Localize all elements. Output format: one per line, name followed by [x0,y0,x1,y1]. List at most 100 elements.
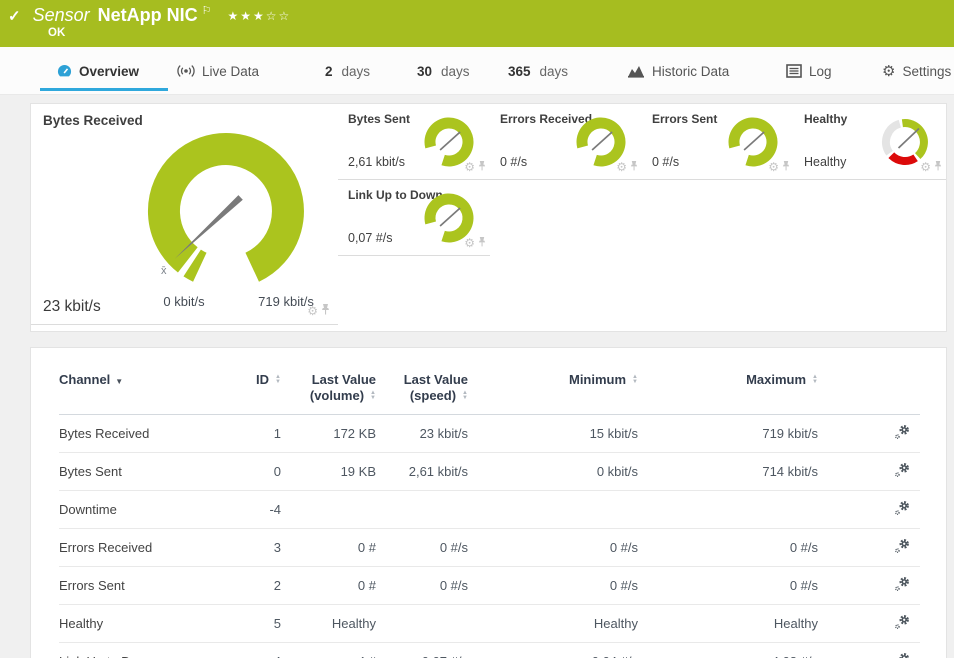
sort-desc-caret-icon: ▼ [115,377,123,386]
mini-gauge-gear-icon[interactable]: ⚙ [920,161,931,173]
maximum-value: 719 kbit/s [638,415,818,453]
last-value-volume: 0 # [281,529,376,567]
tab-30-days[interactable]: 30 days [417,47,470,95]
minimum-value: 0 #/s [468,567,638,605]
channel-settings-gears-icon[interactable] [894,576,910,595]
channel-name: Bytes Received [59,415,219,453]
channel-settings-gears-icon[interactable] [894,424,910,443]
minimum-value: 0 #/s [468,529,638,567]
empty-cell [642,180,794,256]
channel-settings-gears-icon[interactable] [894,500,910,519]
gauge-errors-received[interactable]: Errors Received 0 #/s ⚙ [490,104,642,180]
minimum-value: 0 kbit/s [468,453,638,491]
tab-overview[interactable]: Overview [57,47,139,95]
tab-365-days-unit: days [540,64,569,79]
maximum-value: 0 #/s [638,529,818,567]
column-header-last-value-volume[interactable]: Last Value(volume)▲▼ [281,368,376,415]
empty-cell [490,180,642,256]
tab-30-days-number: 30 [417,64,432,79]
maximum-value: Healthy [638,605,818,643]
column-header-channel[interactable]: Channel▼ [59,368,219,415]
tab-historic-data[interactable]: Historic Data [627,47,729,95]
tab-2-days-unit: days [342,64,371,79]
mini-gauge-pin-icon[interactable] [630,158,638,176]
column-header-actions [818,368,920,415]
channel-settings-gears-icon[interactable] [894,538,910,557]
flag-icon[interactable]: ⚐ [202,4,212,17]
column-header-minimum[interactable]: Minimum▲▼ [468,368,638,415]
gauge-bytes-sent[interactable]: Bytes Sent 2,61 kbit/s ⚙ [338,104,490,180]
channel-table: Channel▼ ID▲▼ Last Value(volume)▲▼ Last … [59,368,920,658]
tab-365-days-number: 365 [508,64,531,79]
gauge-settings-gear-icon[interactable]: ⚙ [307,305,318,317]
last-value-speed: 0 #/s [376,529,468,567]
area-chart-icon [627,64,645,78]
gauge-bytes-received[interactable]: Bytes Received x̄ 0 kbit/s 719 kbit/s 23… [31,104,338,325]
channel-name: Link Up to Down [59,643,219,658]
mini-gauge-title: Bytes Sent [348,112,410,126]
tab-2-days[interactable]: 2 days [325,47,370,95]
gauge-current-value: 23 kbit/s [43,298,101,316]
tab-30-days-unit: days [441,64,470,79]
gauge-healthy[interactable]: Healthy Healthy ⚙ [794,104,946,180]
channel-id: -4 [219,491,281,529]
tab-live-data-label: Live Data [202,64,259,79]
tab-log-label: Log [809,64,832,79]
maximum-value: 0 #/s [638,567,818,605]
mini-gauge-pin-icon[interactable] [478,158,486,176]
last-value-volume: 0 # [281,567,376,605]
channel-name: Downtime [59,491,219,529]
sort-icon: ▲▼ [462,391,468,400]
mini-gauges-grid: Bytes Sent 2,61 kbit/s ⚙ Errors Received… [338,104,946,331]
gauge-pin-icon[interactable] [321,302,330,320]
tab-live-data[interactable]: Live Data [177,47,259,95]
maximum-value [638,491,818,529]
tab-settings[interactable]: ⚙ Settings [882,47,951,95]
table-row: Healthy 5 Healthy Healthy Healthy [59,605,920,643]
last-value-speed: 0 #/s [376,567,468,605]
mini-gauge-title: Errors Sent [652,112,717,126]
mini-gauge-gear-icon[interactable]: ⚙ [768,161,779,173]
mini-gauge-pin-icon[interactable] [934,158,942,176]
table-header-row: Channel▼ ID▲▼ Last Value(volume)▲▼ Last … [59,368,920,415]
last-value-speed: 23 kbit/s [376,415,468,453]
channel-table-panel: Channel▼ ID▲▼ Last Value(volume)▲▼ Last … [30,347,947,658]
object-kind-label: Sensor [33,5,90,26]
mini-gauge-gear-icon[interactable]: ⚙ [464,161,475,173]
gauges-panel: Bytes Received x̄ 0 kbit/s 719 kbit/s 23… [30,103,947,332]
channel-settings-gears-icon[interactable] [894,462,910,481]
channel-name: Healthy [59,605,219,643]
mean-marker: x̄ [161,265,167,277]
gauge-link-up-to-down[interactable]: Link Up to Down 0,07 #/s ⚙ [338,180,490,256]
column-header-maximum[interactable]: Maximum▲▼ [638,368,818,415]
sort-icon: ▲▼ [275,375,281,384]
last-value-volume: 172 KB [281,415,376,453]
tab-365-days[interactable]: 365 days [508,47,568,95]
channel-id: 3 [219,529,281,567]
sort-icon: ▲▼ [632,375,638,384]
channel-name: Errors Received [59,529,219,567]
gauge-title: Bytes Received [43,113,143,128]
column-header-id[interactable]: ID▲▼ [219,368,281,415]
channel-name: Errors Sent [59,567,219,605]
mini-gauge-gear-icon[interactable]: ⚙ [616,161,627,173]
column-header-last-value-speed[interactable]: Last Value(speed)▲▼ [376,368,468,415]
channel-settings-gears-icon[interactable] [894,652,910,658]
maximum-value: 714 kbit/s [638,453,818,491]
gauge-errors-sent[interactable]: Errors Sent 0 #/s ⚙ [642,104,794,180]
status-badge: OK [48,27,65,39]
mini-gauge-pin-icon[interactable] [478,234,486,252]
mini-gauge-gear-icon[interactable]: ⚙ [464,237,475,249]
channel-settings-gears-icon[interactable] [894,614,910,633]
mini-gauge-value: 0 #/s [652,155,679,169]
table-row: Link Up to Down 4 4 # 0,07 #/s 0,04 #/s … [59,643,920,658]
last-value-volume: 4 # [281,643,376,658]
live-broadcast-icon [177,64,195,78]
last-value-speed [376,605,468,643]
mini-gauge-pin-icon[interactable] [782,158,790,176]
table-row: Downtime -4 [59,491,920,529]
priority-stars[interactable]: ★★★☆☆ [228,9,292,23]
sensor-title: NetApp NIC [98,5,198,26]
tab-log[interactable]: Log [786,47,832,95]
tab-historic-data-label: Historic Data [652,64,729,79]
